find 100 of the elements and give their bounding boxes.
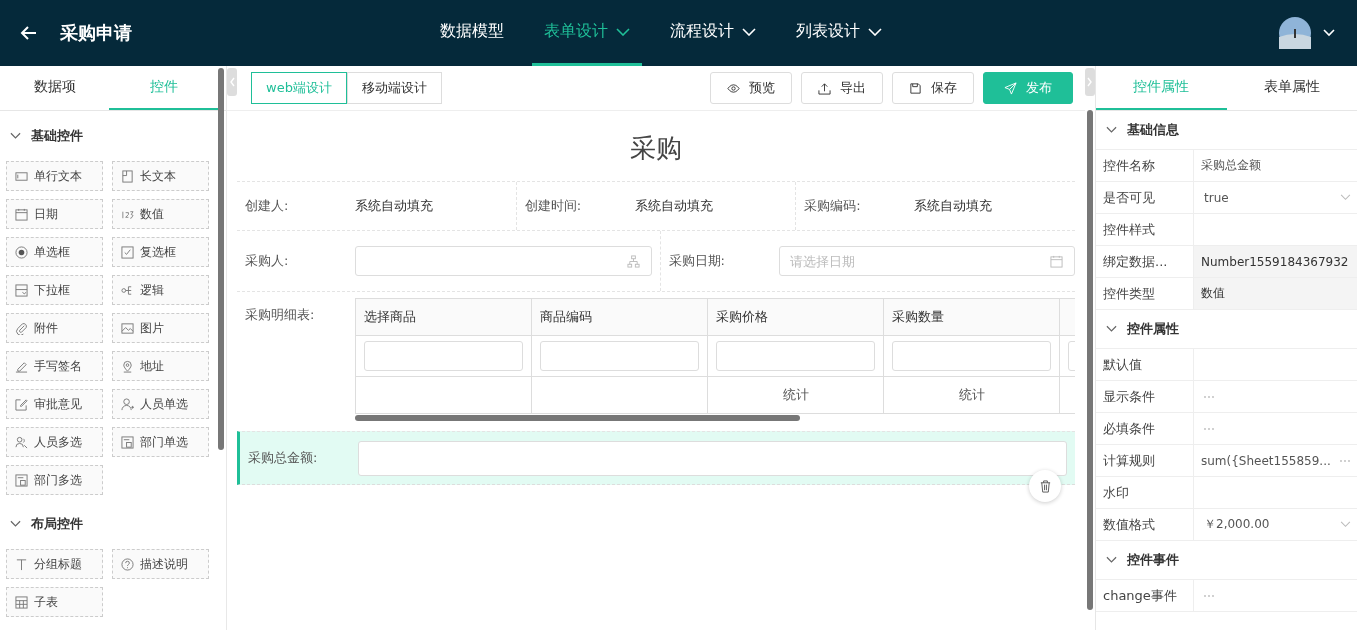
control-item[interactable]: 单选框 xyxy=(6,237,103,267)
panel-tab[interactable]: 数据项 xyxy=(0,66,109,110)
nav-tab[interactable]: 流程设计 xyxy=(658,0,768,66)
more-icon[interactable] xyxy=(1339,458,1351,463)
table-input[interactable] xyxy=(540,341,699,371)
field-value: 系统自动填充 xyxy=(355,197,433,215)
mode-tab[interactable]: 移动端设计 xyxy=(346,72,442,104)
nav-tab[interactable]: 数据模型 xyxy=(428,0,516,66)
building-icon xyxy=(15,473,28,487)
control-item[interactable]: 复选框 xyxy=(112,237,209,267)
calendar-icon xyxy=(1050,255,1063,268)
chevron-icon[interactable] xyxy=(10,520,21,528)
property-label: 水印 xyxy=(1096,477,1194,508)
image-icon xyxy=(121,321,134,335)
control-item[interactable]: 分组标题 xyxy=(6,549,103,579)
back-icon[interactable] xyxy=(20,24,38,42)
date-field[interactable]: 请选择日期 xyxy=(778,246,1075,276)
column-header[interactable]: 采购价格 xyxy=(708,299,883,336)
avatar-icon[interactable] xyxy=(1279,17,1311,49)
field-label: 采购总金额: xyxy=(248,449,319,467)
table-input[interactable] xyxy=(716,341,875,371)
column-header[interactable]: 商品编码 xyxy=(532,299,707,336)
control-item[interactable]: 审批意见 xyxy=(6,389,103,419)
save-icon xyxy=(909,81,922,95)
toolbar-button[interactable]: 预览 xyxy=(710,72,792,104)
property-select[interactable]: true xyxy=(1194,182,1357,213)
control-item[interactable]: 部门单选 xyxy=(112,427,209,457)
property-label: 控件名称 xyxy=(1096,150,1194,181)
scrollbar[interactable] xyxy=(218,68,224,450)
radio-icon xyxy=(15,245,28,259)
checkbox-icon xyxy=(121,245,134,259)
control-item[interactable]: 部门多选 xyxy=(6,465,103,495)
control-item[interactable]: 日期 xyxy=(6,199,103,229)
selected-field-row[interactable]: 采购总金额: xyxy=(237,431,1075,485)
caret-icon[interactable] xyxy=(616,27,630,36)
more-icon[interactable] xyxy=(1203,593,1215,598)
field-label: 采购编码: xyxy=(804,197,862,215)
column-header[interactable]: 采购数量 xyxy=(884,299,1059,336)
person-field[interactable] xyxy=(355,246,652,276)
chevron-icon xyxy=(1340,194,1351,201)
user-icon xyxy=(121,397,134,411)
section-title: 基础信息 xyxy=(1127,121,1179,139)
amount-field[interactable] xyxy=(358,440,1067,476)
chevron-icon[interactable] xyxy=(1106,126,1117,134)
control-item[interactable]: 逻辑 xyxy=(112,275,209,305)
control-item[interactable]: 手写签名 xyxy=(6,351,103,381)
control-item[interactable]: 描述说明 xyxy=(112,549,209,579)
property-label: 默认值 xyxy=(1096,349,1194,380)
collapse-left-icon[interactable] xyxy=(227,68,237,96)
toolbar-button[interactable]: 保存 xyxy=(892,72,974,104)
control-item[interactable]: 数值 xyxy=(112,199,209,229)
control-item[interactable]: 人员单选 xyxy=(112,389,209,419)
property-label: 显示条件 xyxy=(1096,381,1194,412)
property-label: 计算规则 xyxy=(1096,445,1194,476)
property-select[interactable]: ￥2,000.00 xyxy=(1194,509,1357,540)
scrollbar[interactable] xyxy=(1087,110,1093,610)
send-icon xyxy=(1004,81,1017,95)
calendar-icon xyxy=(15,207,28,221)
property-label: 数值格式 xyxy=(1096,509,1194,540)
property-field[interactable]: sum({Sheet155859... xyxy=(1194,445,1357,476)
control-item[interactable]: 图片 xyxy=(112,313,209,343)
table-input[interactable] xyxy=(892,341,1051,371)
section-title: 布局控件 xyxy=(31,515,83,533)
control-item[interactable]: 下拉框 xyxy=(6,275,103,305)
eye-icon xyxy=(727,81,740,95)
help-icon xyxy=(121,557,134,571)
control-item[interactable]: 长文本 xyxy=(112,161,209,191)
panel-tab[interactable]: 表单属性 xyxy=(1226,66,1357,110)
textbox-icon xyxy=(15,169,28,183)
chevron-icon[interactable] xyxy=(10,132,21,140)
form-title: 采购 xyxy=(629,132,683,165)
control-item[interactable]: 单行文本 xyxy=(6,161,103,191)
heading-icon xyxy=(15,557,28,571)
column-header[interactable]: 选择商品 xyxy=(356,299,531,336)
section-title: 基础控件 xyxy=(31,127,83,145)
collapse-right-icon[interactable] xyxy=(1085,68,1095,96)
field-label: 创建时间: xyxy=(524,197,583,215)
more-icon[interactable] xyxy=(1203,394,1215,399)
more-icon[interactable] xyxy=(1203,426,1215,431)
table-input[interactable] xyxy=(364,341,523,371)
edit-icon xyxy=(15,397,28,411)
control-item[interactable]: 附件 xyxy=(6,313,103,343)
property-field[interactable]: 采购总金额 xyxy=(1194,150,1357,181)
delete-button[interactable] xyxy=(1029,470,1061,502)
summary-cell-text: 统计 xyxy=(781,386,810,404)
field-value: 系统自动填充 xyxy=(914,197,993,215)
chevron-icon[interactable] xyxy=(1106,325,1117,333)
section-title: 控件事件 xyxy=(1127,551,1179,569)
document-icon xyxy=(121,169,134,183)
chevron-icon[interactable] xyxy=(1106,556,1117,564)
scrollbar[interactable] xyxy=(355,415,800,421)
nav-tab[interactable]: 表单设计 xyxy=(532,0,642,66)
org-chart-icon xyxy=(626,255,640,268)
toolbar-button[interactable]: 导出 xyxy=(801,72,883,104)
control-item[interactable]: 地址 xyxy=(112,351,209,381)
section-title: 控件属性 xyxy=(1127,320,1179,338)
nav-tab[interactable]: 列表设计 xyxy=(784,0,894,66)
control-item[interactable]: 子表 xyxy=(6,587,103,617)
control-item[interactable]: 人员多选 xyxy=(6,427,103,457)
field-label: 采购明细表: xyxy=(245,306,316,324)
